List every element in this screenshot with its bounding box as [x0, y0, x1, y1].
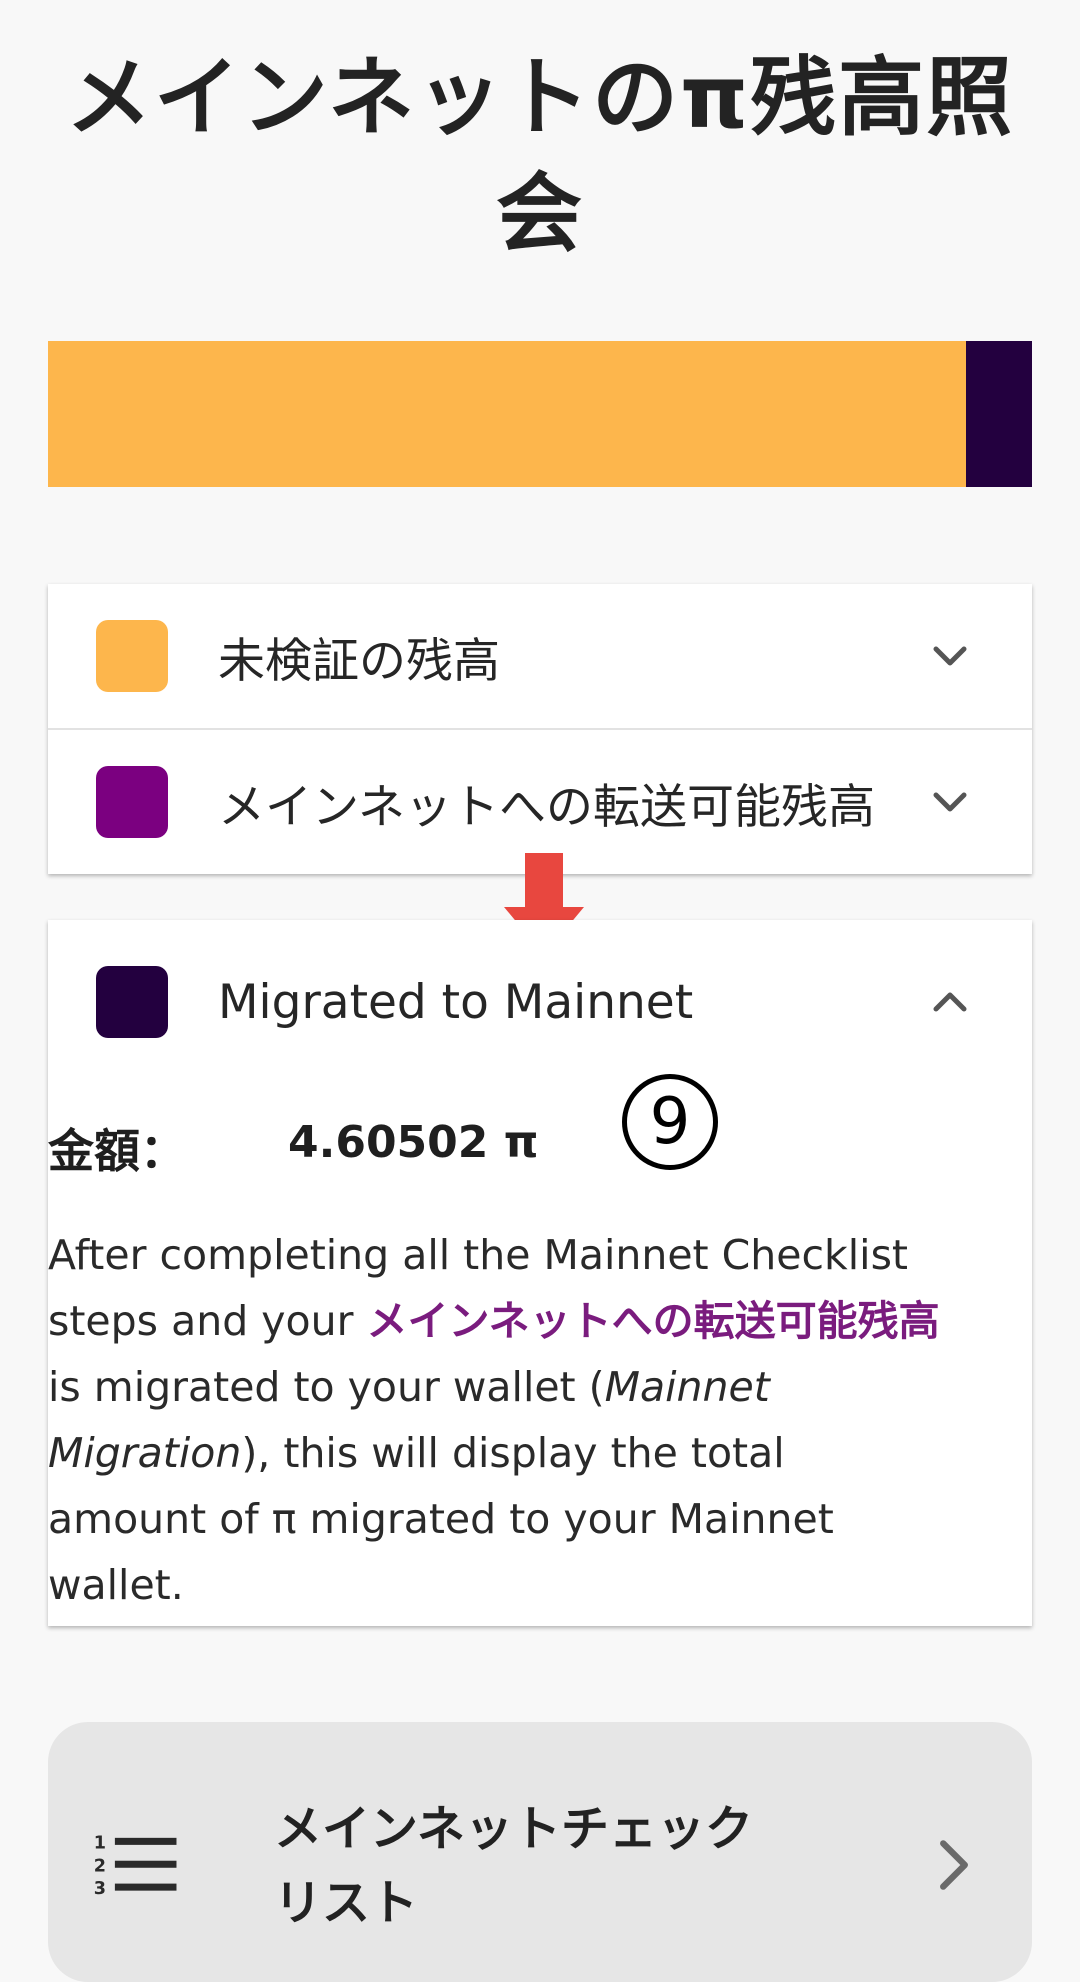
- checklist-label: メインネットチェックリスト: [274, 1801, 754, 1931]
- transferable-color-swatch: [96, 766, 168, 838]
- chevron-right-icon: [940, 1840, 968, 1890]
- amount-label: 金額：: [48, 1124, 186, 1178]
- svg-text:3: 3: [94, 1879, 106, 1899]
- circled-number-annotation: 9: [622, 1074, 718, 1170]
- transferable-balance-link[interactable]: メインネットへの転送可能残高: [366, 1297, 939, 1345]
- accordion-migrated-to-mainnet[interactable]: Migrated to Mainnet: [48, 930, 1032, 1074]
- page-title: メインネットのπ残高照会: [65, 48, 1015, 264]
- migrated-color-swatch: [96, 966, 168, 1038]
- accordion-unverified-label: 未検証の残高: [218, 633, 500, 689]
- balance-bar-migrated-segment: [966, 341, 1032, 487]
- numbered-list-icon: 1 2 3: [94, 1833, 177, 1899]
- mainnet-checklist-button[interactable]: 1 2 3 メインネットチェックリスト: [48, 1722, 1032, 1982]
- annotation-number: 9: [649, 1085, 691, 1159]
- description-text-2: is migrated to your wallet (: [48, 1363, 605, 1411]
- chevron-up-icon[interactable]: [928, 980, 972, 1024]
- svg-text:1: 1: [94, 1833, 106, 1853]
- accordion-unverified-balance[interactable]: 未検証の残高: [48, 584, 1032, 728]
- svg-text:2: 2: [94, 1856, 106, 1876]
- balance-bar: [48, 341, 1032, 487]
- chevron-down-icon[interactable]: [928, 634, 972, 678]
- migrated-description: After completing all the Mainnet Checkli…: [48, 1222, 948, 1618]
- chevron-down-icon[interactable]: [928, 780, 972, 824]
- balance-accordion-card: 未検証の残高 メインネットへの転送可能残高: [48, 584, 1032, 874]
- unverified-color-swatch: [96, 620, 168, 692]
- accordion-migrated-label: Migrated to Mainnet: [218, 974, 694, 1030]
- amount-value: 4.60502 π: [288, 1117, 539, 1168]
- balance-bar-unverified-segment: [48, 341, 967, 487]
